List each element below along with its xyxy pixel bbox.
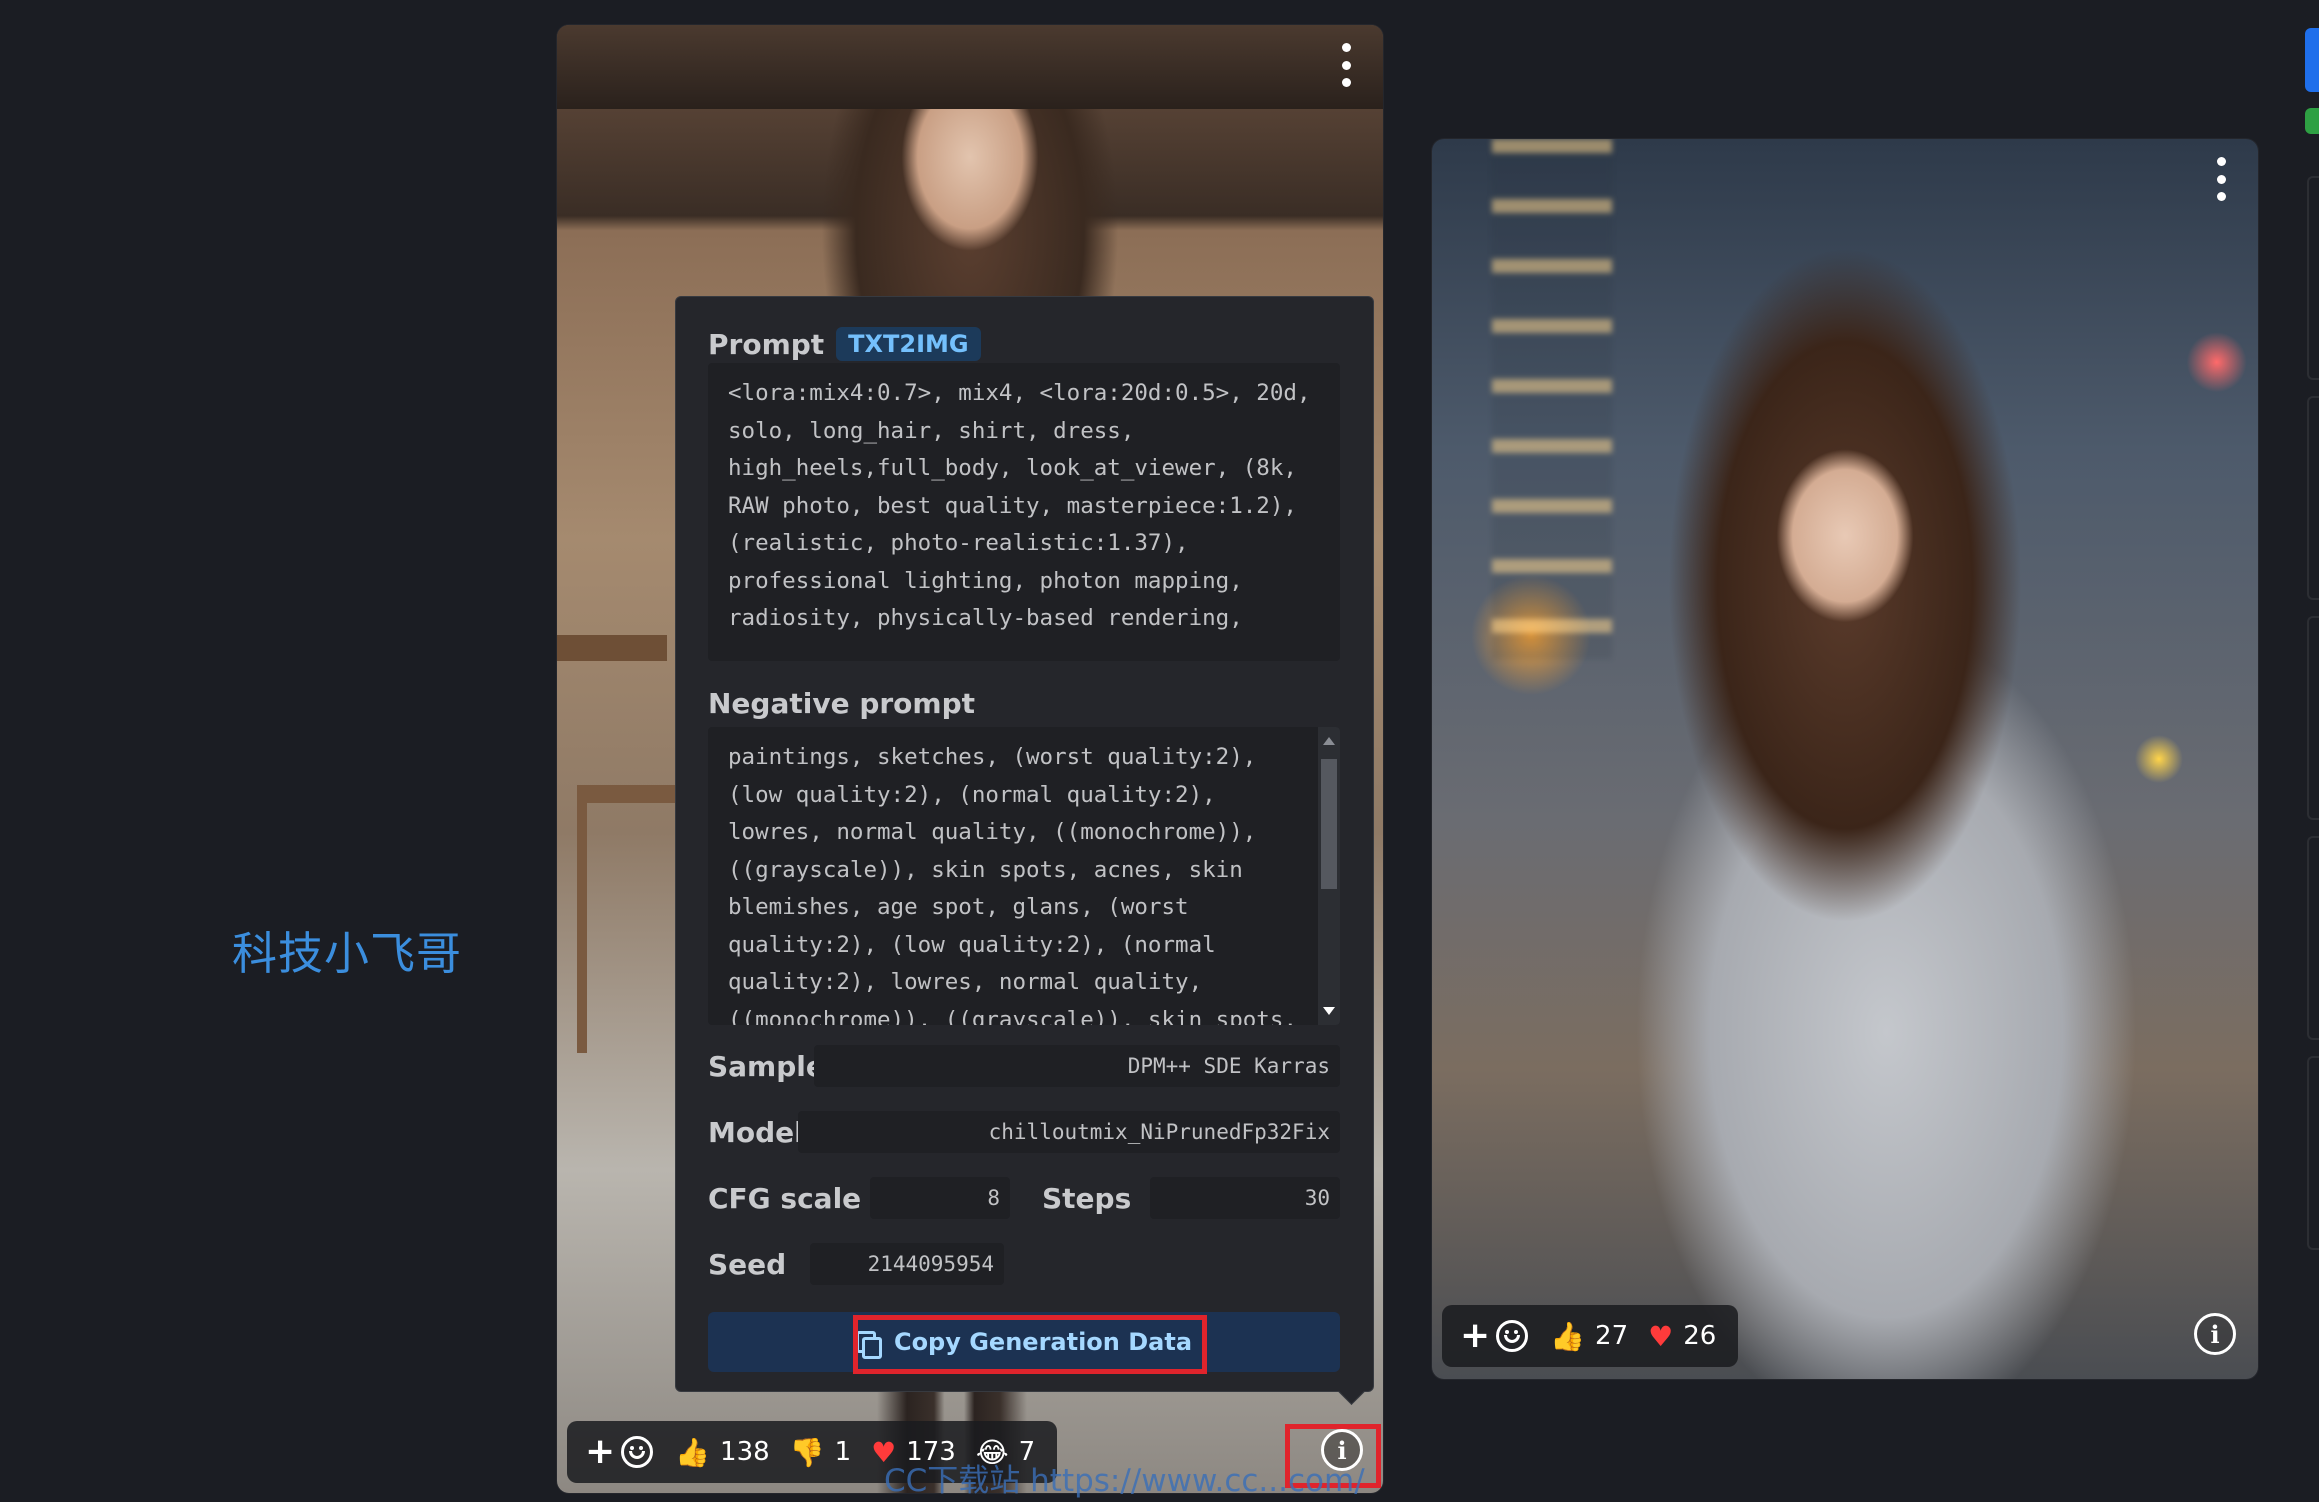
heart-icon: ♥ xyxy=(1648,1319,1674,1353)
seed-value[interactable]: 2144095954 xyxy=(810,1243,1004,1285)
overlay-url-watermark: CC下载站 https://www.cc...com/ xyxy=(884,1463,1365,1499)
like-button[interactable]: 👍 138 xyxy=(665,1421,780,1483)
image-shelf xyxy=(557,635,667,661)
image-building-lights xyxy=(1492,139,1612,659)
thumbs-up-icon: 👍 xyxy=(1550,1319,1586,1353)
like-count: 138 xyxy=(720,1437,770,1467)
image-stool xyxy=(577,785,687,1053)
scroll-down-arrow-icon[interactable] xyxy=(1323,1007,1335,1015)
edge-panel xyxy=(2307,616,2319,820)
cfg-scale-value[interactable]: 8 xyxy=(870,1177,1010,1219)
info-icon[interactable]: i xyxy=(2194,1313,2236,1355)
add-reaction-button[interactable]: + xyxy=(579,1434,665,1470)
negative-prompt-label: Negative prompt xyxy=(708,687,976,720)
thumbs-up-icon: 👍 xyxy=(675,1435,711,1469)
negative-prompt-box[interactable]: paintings, sketches, (worst quality:2), … xyxy=(708,727,1340,1025)
scroll-up-arrow-icon[interactable] xyxy=(1323,737,1335,745)
kebab-menu-icon[interactable] xyxy=(2212,157,2230,201)
watermark: 科技小飞哥 xyxy=(232,927,463,980)
thumbs-down-icon: 👎 xyxy=(789,1435,825,1469)
negative-prompt-scrollbar[interactable] xyxy=(1318,727,1340,1025)
scrollbar-thumb[interactable] xyxy=(1321,759,1337,889)
model-row: Model chilloutmix_NiPrunedFp32Fix xyxy=(708,1111,1340,1153)
reaction-bar-right: + 👍 27 ♥ 26 xyxy=(1442,1305,1739,1367)
generation-data-popover: Prompt TXT2IMG <lora:mix4:0.7>, mix4, <l… xyxy=(675,296,1374,1405)
kebab-menu-icon[interactable] xyxy=(1337,43,1355,87)
prompt-header: Prompt TXT2IMG xyxy=(708,327,981,361)
seed-label: Seed xyxy=(708,1247,787,1281)
cfg-scale-label: CFG scale xyxy=(708,1181,862,1215)
image-card-right[interactable]: + 👍 27 ♥ 26 i xyxy=(1432,139,2258,1379)
dislike-button[interactable]: 👎 1 xyxy=(780,1421,861,1483)
edge-panel xyxy=(2307,176,2319,380)
prompt-type-badge: TXT2IMG xyxy=(836,327,981,361)
smile-icon xyxy=(621,1436,654,1468)
edge-panel xyxy=(2307,396,2319,600)
edge-panel xyxy=(2307,1056,2319,1250)
model-value[interactable]: chilloutmix_NiPrunedFp32Fix xyxy=(798,1111,1340,1153)
sampler-value[interactable]: DPM++ SDE Karras xyxy=(814,1045,1340,1087)
seed-row: Seed 2144095954 xyxy=(708,1243,1004,1285)
sampler-label: Sampler xyxy=(708,1049,839,1083)
image-awning xyxy=(557,25,1383,109)
prompt-label: Prompt xyxy=(708,327,825,361)
prompt-text[interactable]: <lora:mix4:0.7>, mix4, <lora:20d:0.5>, 2… xyxy=(708,363,1340,661)
model-label: Model xyxy=(708,1115,804,1149)
smile-icon xyxy=(1496,1320,1529,1352)
heart-button[interactable]: ♥ 26 xyxy=(1638,1305,1726,1367)
steps-value[interactable]: 30 xyxy=(1150,1177,1340,1219)
sampler-row: Sampler DPM++ SDE Karras xyxy=(708,1045,1340,1087)
heart-count: 26 xyxy=(1683,1321,1717,1351)
dislike-count: 1 xyxy=(834,1437,852,1467)
edge-panel xyxy=(2307,836,2319,1040)
add-reaction-icon: + xyxy=(1460,1315,1491,1356)
edge-blue-button[interactable] xyxy=(2305,28,2319,92)
add-reaction-icon: + xyxy=(585,1431,616,1472)
steps-label: Steps xyxy=(1042,1181,1132,1215)
shield-icon xyxy=(2305,108,2319,134)
copy-button-highlight xyxy=(853,1315,1207,1374)
like-button[interactable]: 👍 27 xyxy=(1540,1305,1638,1367)
like-count: 27 xyxy=(1595,1321,1629,1351)
add-reaction-button[interactable]: + xyxy=(1454,1318,1540,1354)
cfg-steps-row: CFG scale 8 Steps 30 xyxy=(708,1177,1340,1219)
generated-image-right[interactable] xyxy=(1432,139,2258,1379)
negative-prompt-text: paintings, sketches, (worst quality:2), … xyxy=(728,744,1297,1025)
